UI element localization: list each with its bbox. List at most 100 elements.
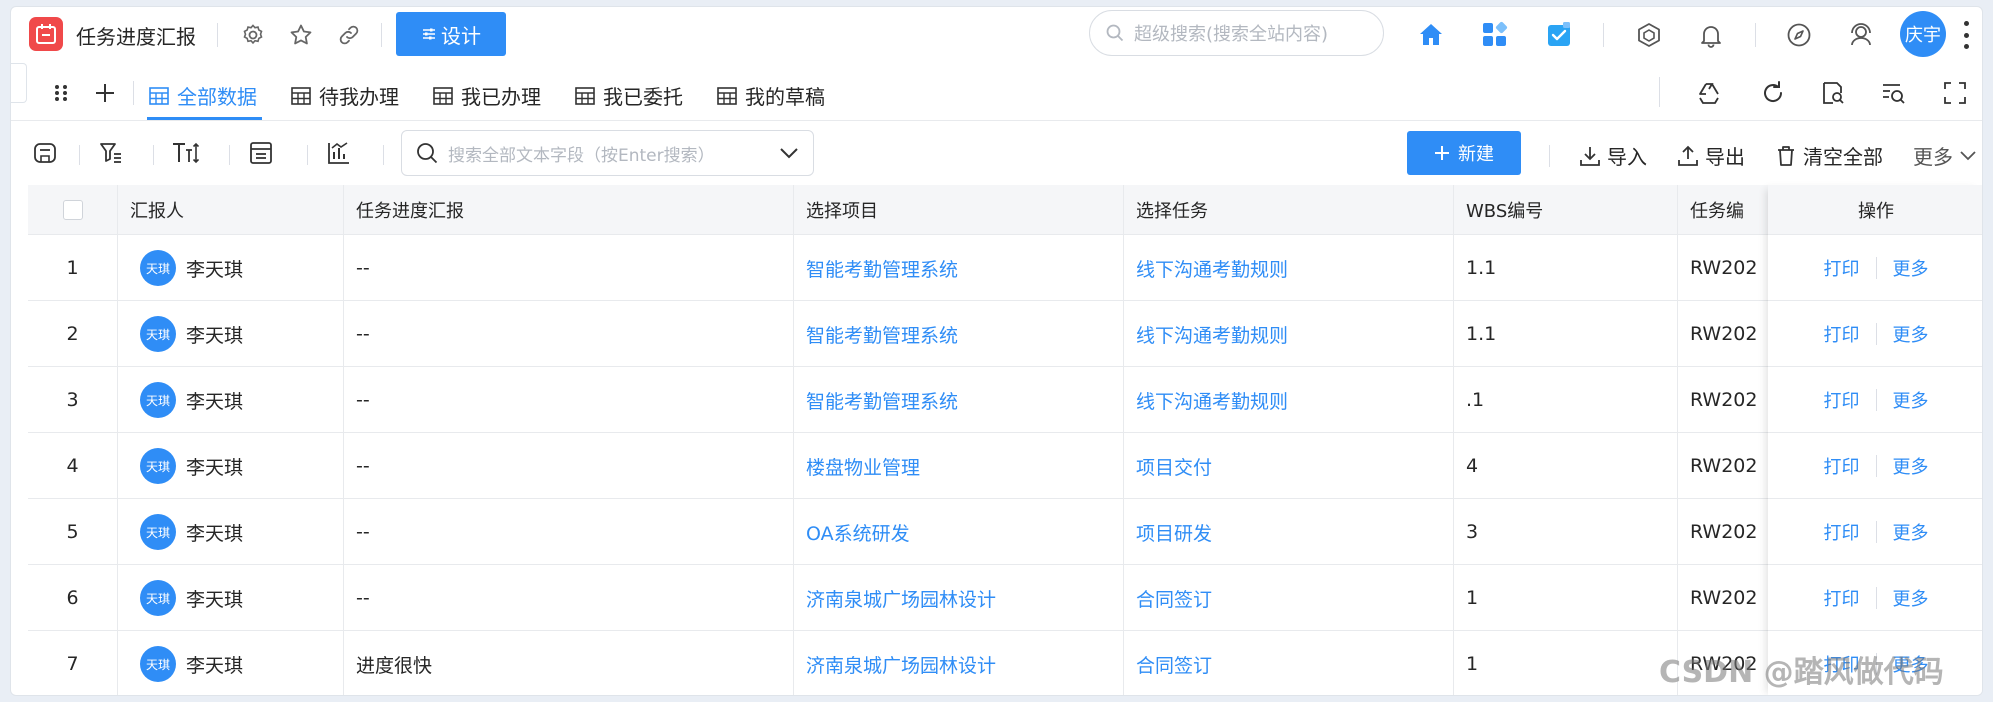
- divider: [1875, 256, 1877, 279]
- home-icon[interactable]: [1417, 21, 1445, 49]
- list-search-icon[interactable]: [1877, 77, 1909, 109]
- support-agent-icon[interactable]: [1847, 21, 1875, 49]
- tab-label: 我已委托: [603, 85, 683, 109]
- operations-column: 操作 打印 更多 打印 更多 打印 更多 打印 更多 打印 更多 打印 更多 打印 更多: [1768, 185, 1982, 695]
- text-size-icon[interactable]: [169, 137, 201, 169]
- row-number: 4: [28, 433, 118, 499]
- view-settings-icon[interactable]: [29, 137, 61, 169]
- apps-grid-icon[interactable]: [1481, 21, 1509, 49]
- recycle-icon[interactable]: [1693, 77, 1725, 109]
- import-button[interactable]: 导入: [1579, 141, 1647, 170]
- project-link[interactable]: 智能考勤管理系统: [794, 301, 1124, 367]
- more-actions-button[interactable]: 更多: [1913, 141, 1977, 170]
- reporter-avatar: 天琪: [140, 646, 176, 682]
- new-record-button[interactable]: 新建: [1407, 131, 1521, 175]
- tab-handled[interactable]: 我已办理: [433, 81, 541, 110]
- print-link[interactable]: 打印: [1824, 387, 1860, 413]
- task-link[interactable]: 合同签订: [1124, 631, 1454, 695]
- tab-pending[interactable]: 待我办理: [291, 81, 399, 110]
- add-view-icon[interactable]: [89, 77, 121, 109]
- reporter-cell: 天琪 李天琪: [118, 499, 344, 565]
- todo-check-icon[interactable]: [1545, 21, 1573, 49]
- reporter-name: 李天琪: [186, 588, 244, 611]
- tab-drafts[interactable]: 我的草稿: [717, 81, 825, 110]
- reporter-name: 李天琪: [186, 390, 244, 413]
- task-link[interactable]: 线下沟通考勤规则: [1124, 367, 1454, 433]
- tab-label: 我的草稿: [745, 85, 825, 109]
- row-more-link[interactable]: 更多: [1893, 585, 1929, 611]
- cube-icon[interactable]: [1635, 21, 1663, 49]
- fullscreen-icon[interactable]: [1939, 77, 1971, 109]
- search-document-icon[interactable]: [1817, 77, 1849, 109]
- task-link[interactable]: 线下沟通考勤规则: [1124, 301, 1454, 367]
- global-search-input[interactable]: 超级搜索(搜索全站内容): [1089, 10, 1384, 56]
- print-link[interactable]: 打印: [1824, 321, 1860, 347]
- project-link[interactable]: 智能考勤管理系统: [794, 367, 1124, 433]
- print-link[interactable]: 打印: [1824, 519, 1860, 545]
- row-more-link[interactable]: 更多: [1893, 255, 1929, 281]
- chevron-down-icon[interactable]: [779, 147, 799, 159]
- table-row[interactable]: 3 天琪 李天琪 -- 智能考勤管理系统 线下沟通考勤规则 .1 RW202: [28, 367, 1982, 433]
- clear-all-button[interactable]: 清空全部: [1775, 141, 1883, 170]
- project-link[interactable]: 济南泉城广场园林设计: [794, 631, 1124, 695]
- column-header-reporter[interactable]: 汇报人: [118, 185, 344, 235]
- column-header-wbs[interactable]: WBS编号: [1454, 185, 1678, 235]
- filter-icon[interactable]: [95, 137, 127, 169]
- task-link[interactable]: 项目研发: [1124, 499, 1454, 565]
- bell-icon[interactable]: [1697, 21, 1725, 49]
- tab-delegated[interactable]: 我已委托: [575, 81, 683, 110]
- table-row[interactable]: 1 天琪 李天琪 -- 智能考勤管理系统 线下沟通考勤规则 1.1 RW202: [28, 235, 1982, 301]
- project-link[interactable]: OA系统研发: [794, 499, 1124, 565]
- project-link[interactable]: 济南泉城广场园林设计: [794, 565, 1124, 631]
- form-panel-icon[interactable]: [245, 137, 277, 169]
- reporter-cell: 天琪 李天琪: [118, 301, 344, 367]
- design-button[interactable]: 设计: [396, 12, 506, 56]
- table-header: 汇报人 任务进度汇报 选择项目 选择任务 WBS编号 任务编: [28, 185, 1982, 235]
- progress-cell: --: [344, 433, 794, 499]
- text-field-search-input[interactable]: 搜索全部文本字段（按Enter搜索）: [401, 130, 814, 176]
- project-link[interactable]: 智能考勤管理系统: [794, 235, 1124, 301]
- drag-handle-icon[interactable]: [45, 77, 77, 109]
- chart-icon[interactable]: [323, 137, 355, 169]
- tab-all-data[interactable]: 全部数据: [149, 81, 257, 110]
- top-header: 任务进度汇报 设计 超级搜索(搜索全站内容) 庆宇: [11, 7, 1982, 63]
- row-more-link[interactable]: 更多: [1893, 321, 1929, 347]
- print-link[interactable]: 打印: [1824, 453, 1860, 479]
- print-link[interactable]: 打印: [1824, 255, 1860, 281]
- table-row[interactable]: 2 天琪 李天琪 -- 智能考勤管理系统 线下沟通考勤规则 1.1 RW202: [28, 301, 1982, 367]
- row-number: 2: [28, 301, 118, 367]
- user-avatar[interactable]: 庆宇: [1900, 11, 1946, 57]
- row-number: 7: [28, 631, 118, 695]
- compass-icon[interactable]: [1785, 21, 1813, 49]
- table-row[interactable]: 6 天琪 李天琪 -- 济南泉城广场园林设计 合同签订 1 RW202: [28, 565, 1982, 631]
- row-more-link[interactable]: 更多: [1893, 519, 1929, 545]
- gear-icon[interactable]: [239, 21, 267, 49]
- app-title: 任务进度汇报: [76, 25, 196, 49]
- table-icon: [291, 86, 311, 105]
- column-header-progress[interactable]: 任务进度汇报: [344, 185, 794, 235]
- table-row[interactable]: 4 天琪 李天琪 -- 楼盘物业管理 项目交付 4 RW202: [28, 433, 1982, 499]
- table-row[interactable]: 5 天琪 李天琪 -- OA系统研发 项目研发 3 RW202: [28, 499, 1982, 565]
- task-link[interactable]: 线下沟通考勤规则: [1124, 235, 1454, 301]
- column-header-task[interactable]: 选择任务: [1124, 185, 1454, 235]
- operations-row: 打印 更多: [1768, 301, 1982, 367]
- row-more-link[interactable]: 更多: [1893, 453, 1929, 479]
- row-more-link[interactable]: 更多: [1893, 387, 1929, 413]
- sliders-icon: [423, 28, 435, 40]
- star-icon[interactable]: [287, 21, 315, 49]
- divider: [79, 145, 80, 165]
- divider: [133, 81, 134, 105]
- tab-label: 全部数据: [177, 85, 257, 109]
- link-icon[interactable]: [335, 21, 363, 49]
- export-button[interactable]: 导出: [1677, 141, 1745, 170]
- reporter-name: 李天琪: [186, 456, 244, 479]
- reporter-name: 李天琪: [186, 324, 244, 347]
- project-link[interactable]: 楼盘物业管理: [794, 433, 1124, 499]
- print-link[interactable]: 打印: [1824, 585, 1860, 611]
- task-link[interactable]: 项目交付: [1124, 433, 1454, 499]
- column-header-project[interactable]: 选择项目: [794, 185, 1124, 235]
- refresh-icon[interactable]: [1757, 77, 1789, 109]
- select-all-checkbox[interactable]: [62, 200, 83, 220]
- kebab-menu-icon[interactable]: [1961, 21, 1971, 49]
- task-link[interactable]: 合同签订: [1124, 565, 1454, 631]
